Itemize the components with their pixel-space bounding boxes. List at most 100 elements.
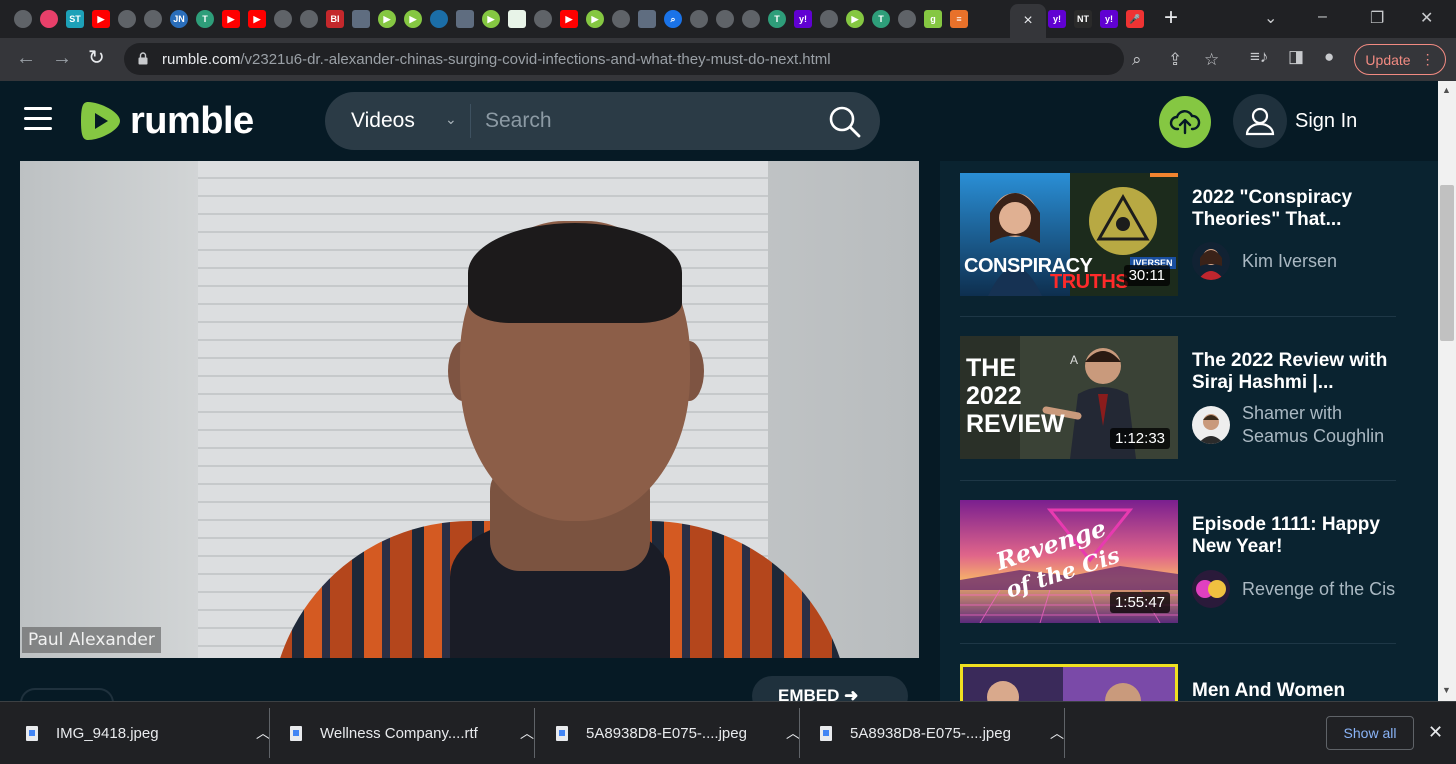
flag-favicon-icon[interactable] [352, 10, 370, 28]
related-video-title[interactable]: The 2022 Review with Siraj Hashmi |... [1192, 350, 1402, 394]
chevron-up-icon[interactable]: ︿ [520, 723, 534, 743]
video-thumbnail[interactable] [960, 664, 1178, 701]
yahoo-favicon-icon[interactable]: y! [1100, 10, 1118, 28]
globe-favicon-icon[interactable] [534, 10, 552, 28]
zoom-icon[interactable]: ⌕ [1132, 50, 1142, 70]
related-video-title[interactable]: Men And Women [1192, 680, 1400, 701]
rumble-logo[interactable]: rumble [80, 98, 280, 144]
forward-icon[interactable]: → [52, 48, 72, 68]
omnibox[interactable]: rumble.com/v2321u6-dr.-alexander-chinas-… [124, 43, 1219, 75]
scroll-up-icon[interactable]: ▲ [1442, 85, 1451, 95]
chevron-down-icon[interactable]: ⌄ [445, 111, 457, 128]
yahoo-favicon-icon[interactable]: y! [1048, 10, 1066, 28]
tree-favicon-icon[interactable]: T [196, 10, 214, 28]
download-item[interactable]: 5A8938D8-E075-....jpeg ︿ [820, 702, 1064, 764]
related-video-item[interactable]: CONSPIRACY TRUTHS IVERSEN 30:11 2022 "Co… [960, 173, 1400, 297]
bi-favicon-icon[interactable]: BI [326, 10, 344, 28]
close-window-icon[interactable]: ✕ [1420, 8, 1433, 28]
youtube-favicon-icon[interactable]: ▶ [560, 10, 578, 28]
channel-info[interactable]: Kim Iversen [1192, 242, 1402, 280]
share-icon[interactable]: ⇪ [1168, 50, 1182, 70]
youtube-favicon-icon[interactable]: ▶ [92, 10, 110, 28]
channel-info[interactable]: Revenge of the Cis [1192, 570, 1402, 608]
video-thumbnail[interactable]: Revenge of the Cis 1:55:47 [960, 500, 1178, 623]
tennis-favicon-icon[interactable] [40, 10, 58, 28]
rumble-favicon-icon[interactable]: ▶ [482, 10, 500, 28]
sign-in-button[interactable]: Sign In [1233, 94, 1357, 148]
scrollbar-thumb[interactable] [1440, 185, 1454, 341]
reload-icon[interactable]: ↻ [88, 48, 105, 68]
video-player[interactable]: Paul Alexander [20, 161, 919, 658]
flag-favicon-icon[interactable] [638, 10, 656, 28]
rumble-favicon-icon[interactable]: ▶ [846, 10, 864, 28]
chevron-up-icon[interactable]: ︿ [256, 723, 270, 743]
restore-icon[interactable]: ❐ [1370, 8, 1384, 28]
video-thumbnail[interactable]: A THE 2022 REVIEW 1:12:33 [960, 336, 1178, 459]
jn-favicon-icon[interactable]: JN [170, 10, 188, 28]
new-tab-icon[interactable]: + [1164, 6, 1178, 30]
globe-favicon-icon[interactable] [898, 10, 916, 28]
show-all-button[interactable]: Show all [1326, 716, 1414, 750]
related-video-title[interactable]: Episode 1111: Happy New Year! [1192, 514, 1402, 558]
globe-favicon-icon[interactable] [742, 10, 760, 28]
back-icon[interactable]: ← [16, 48, 36, 68]
tab-search-chevron-icon[interactable]: ⌄ [1264, 8, 1277, 28]
globe-favicon-icon[interactable] [716, 10, 734, 28]
tree-favicon-icon[interactable]: T [768, 10, 786, 28]
chevron-up-icon[interactable]: ︿ [786, 723, 800, 743]
nyt-favicon-icon[interactable]: NT [1074, 10, 1092, 28]
st41-favicon-icon[interactable]: ST [66, 10, 84, 28]
download-item[interactable]: IMG_9418.jpeg ︿ [26, 702, 270, 764]
bars-favicon-icon[interactable]: ≡ [950, 10, 968, 28]
search-icon[interactable] [828, 105, 862, 139]
minimize-icon[interactable]: – [1318, 8, 1327, 26]
g-favicon-icon[interactable]: g [924, 10, 942, 28]
mic-favicon-icon[interactable]: 🎤 [1126, 10, 1144, 28]
grid-favicon-icon[interactable] [508, 10, 526, 28]
globe-favicon-icon[interactable] [612, 10, 630, 28]
menu-icon[interactable] [24, 107, 52, 131]
chevron-up-icon[interactable]: ︿ [1050, 723, 1064, 743]
globe-favicon-icon[interactable] [144, 10, 162, 28]
page-scrollbar[interactable]: ▲ ▼ [1438, 81, 1456, 701]
search-input[interactable] [485, 104, 815, 138]
rumble-favicon-icon[interactable]: ▶ [586, 10, 604, 28]
shield-favicon-icon[interactable] [430, 10, 448, 28]
url-text[interactable]: rumble.com/v2321u6-dr.-alexander-chinas-… [162, 51, 831, 68]
search-category-select[interactable]: Videos [351, 109, 415, 133]
rumble-favicon-icon[interactable]: ▶ [378, 10, 396, 28]
lock-icon [138, 52, 148, 65]
globe-favicon-icon[interactable] [118, 10, 136, 28]
profile-icon[interactable]: ● [1324, 47, 1334, 67]
scroll-down-icon[interactable]: ▼ [1442, 685, 1451, 695]
media-control-icon[interactable]: ≡♪ [1250, 47, 1268, 67]
youtube-favicon-icon[interactable]: ▶ [222, 10, 240, 28]
side-panel-icon[interactable]: ◨ [1288, 47, 1304, 67]
tab-close-icon[interactable]: × [1023, 12, 1032, 30]
video-thumbnail[interactable]: CONSPIRACY TRUTHS IVERSEN 30:11 [960, 173, 1178, 296]
globe-favicon-icon[interactable] [274, 10, 292, 28]
youtube-favicon-icon[interactable]: ▶ [248, 10, 266, 28]
upload-button[interactable] [1159, 96, 1211, 148]
globe-favicon-icon[interactable] [14, 10, 32, 28]
download-item[interactable]: 5A8938D8-E075-....jpeg ︿ [556, 702, 800, 764]
update-button[interactable]: Update ⋮ [1354, 44, 1446, 75]
active-tab[interactable]: × [1010, 4, 1046, 38]
channel-info[interactable]: Shamer with Seamus Coughlin [1192, 402, 1402, 448]
tree-favicon-icon[interactable]: T [872, 10, 890, 28]
related-video-item[interactable]: Revenge of the Cis 1:55:47 Episode 1111:… [960, 500, 1400, 624]
related-video-item[interactable]: Men And Women [960, 664, 1400, 701]
bookmark-star-icon[interactable]: ☆ [1204, 50, 1219, 70]
globe-favicon-icon[interactable] [300, 10, 318, 28]
close-icon[interactable]: ✕ [1428, 722, 1443, 743]
duration-badge: 1:12:33 [1109, 428, 1170, 449]
globe-favicon-icon[interactable] [690, 10, 708, 28]
related-video-item[interactable]: A THE 2022 REVIEW 1:12:33 The 2022 Revie… [960, 336, 1400, 460]
flag-favicon-icon[interactable] [456, 10, 474, 28]
search-favicon-icon[interactable]: ⌕ [664, 10, 682, 28]
rumble-favicon-icon[interactable]: ▶ [404, 10, 422, 28]
globe-favicon-icon[interactable] [820, 10, 838, 28]
download-item[interactable]: Wellness Company....rtf ︿ [290, 702, 534, 764]
yahoo-favicon-icon[interactable]: y! [794, 10, 812, 28]
related-video-title[interactable]: 2022 "Conspiracy Theories" That... [1192, 187, 1402, 231]
